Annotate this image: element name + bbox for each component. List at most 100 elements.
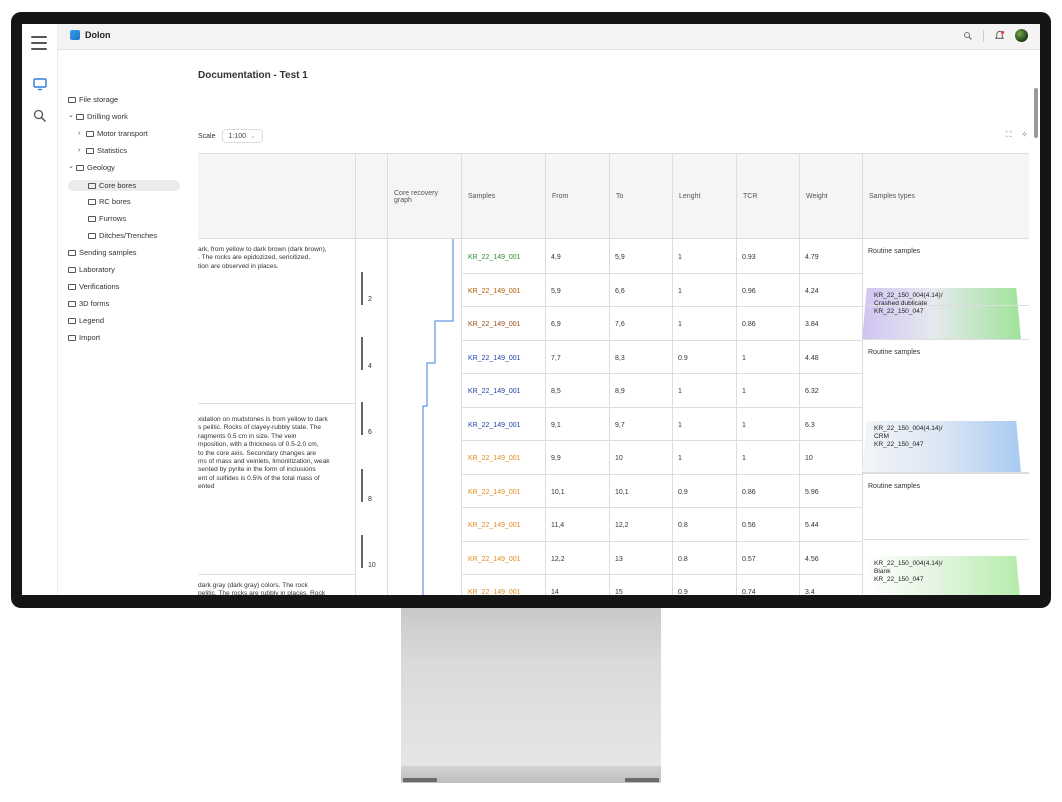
left-rail xyxy=(22,24,58,595)
cell-to: 6,6 xyxy=(615,287,625,295)
tree-item[interactable]: Verifications xyxy=(68,282,119,291)
folder-icon xyxy=(68,317,76,324)
folder-icon xyxy=(88,198,96,205)
row-divider xyxy=(461,406,862,408)
header-to: To xyxy=(609,154,672,239)
cell-from: 7,7 xyxy=(551,354,561,362)
tree-item-label: Import xyxy=(79,333,101,342)
sample-id[interactable]: KR_22_149_001 xyxy=(468,422,521,429)
cell-tcr: 1 xyxy=(742,455,746,462)
tree-item[interactable]: ⌄ Geology xyxy=(68,162,115,173)
cell-len: 1 xyxy=(678,287,682,295)
folder-icon xyxy=(68,96,76,103)
lithology-description: xidation on mudstones is from yellow to … xyxy=(198,416,330,491)
scale-row: Scale 1:100 ⌄ xyxy=(198,129,263,143)
tree-item[interactable]: Ditches/Trenches xyxy=(88,231,157,240)
sample-id[interactable]: KR_22_149_001 xyxy=(468,355,521,362)
cell-from: 9,9 xyxy=(551,455,561,462)
cell-tcr: 0.86 xyxy=(742,321,756,328)
tree-item-label: 3D forms xyxy=(79,299,110,308)
fullscreen-icon[interactable]: ⛶ xyxy=(1006,130,1012,140)
cell-to: 12,2 xyxy=(615,522,629,529)
tree-item-label: Sending samples xyxy=(79,248,137,257)
tree-item-label: Ditches/Trenches xyxy=(99,231,158,240)
sample-id[interactable]: KR_22_149_001 xyxy=(468,522,521,529)
tree-item[interactable]: Import xyxy=(68,333,100,342)
sample-id[interactable]: KR_22_149_001 xyxy=(468,489,521,496)
search-icon[interactable] xyxy=(963,31,973,41)
tree-item[interactable]: Legend xyxy=(68,316,104,325)
tree-item[interactable]: File storage xyxy=(68,95,118,104)
main-panel: Documentation - Test 1 Scale 1:100 ⌄ ⛶ ✧ … xyxy=(190,50,1040,595)
tree-item[interactable]: 3D forms xyxy=(68,299,109,308)
tree-item[interactable]: › Statistics xyxy=(78,146,127,155)
cell-tcr: 0.74 xyxy=(742,589,756,595)
search-icon[interactable] xyxy=(32,108,48,124)
tree-item[interactable]: Core bores xyxy=(68,180,180,191)
cell-tcr: 1 xyxy=(742,354,746,362)
folder-icon xyxy=(68,283,76,290)
tree-item-label: Legend xyxy=(79,316,105,325)
tree-item-label: Laboratory xyxy=(79,265,115,274)
sample-id[interactable]: KR_22_149_001 xyxy=(468,455,521,462)
depth-tick xyxy=(361,337,363,370)
cell-to: 8,3 xyxy=(615,354,625,362)
scrollbar[interactable] xyxy=(1034,88,1038,138)
sample-type-badge[interactable]: KR_22_150_004(4.14)/ Crashed dublicate K… xyxy=(862,288,1021,340)
cell-to: 13 xyxy=(615,555,623,563)
folder-icon xyxy=(76,113,84,120)
sample-type-badge[interactable]: KR_22_150_004(4.14)/ CRM KR_22_150_047 xyxy=(862,421,1021,473)
sample-id[interactable]: KR_22_149_001 xyxy=(468,388,521,395)
cell-weight: 6.3 xyxy=(805,421,815,429)
cell-len: 1 xyxy=(678,321,682,328)
depth-label: 8 xyxy=(368,495,372,503)
column-divider xyxy=(799,239,800,595)
cell-tcr: 1 xyxy=(742,388,746,395)
header-tcr: TCR xyxy=(736,154,799,239)
sample-type-label: Routine samples xyxy=(868,483,921,490)
sample-id[interactable]: KR_22_149_001 xyxy=(468,321,521,328)
menu-icon[interactable] xyxy=(31,36,47,54)
chevron-down-icon[interactable]: ⌄ xyxy=(68,111,74,119)
depth-label: 4 xyxy=(368,362,372,370)
core-recovery-line xyxy=(422,239,454,595)
monitor-icon[interactable] xyxy=(32,76,48,92)
brand[interactable]: Dolon xyxy=(70,30,111,40)
notification-bell-icon[interactable] xyxy=(994,30,1005,41)
tree-item[interactable]: › Motor transport xyxy=(78,129,148,138)
pin-icon[interactable]: ✧ xyxy=(1021,130,1028,140)
sample-id[interactable]: KR_22_149_001 xyxy=(468,556,521,563)
cell-from: 10,1 xyxy=(551,488,565,496)
top-bar: Dolon xyxy=(58,24,1040,50)
cell-from: 11,4 xyxy=(551,522,565,529)
row-divider xyxy=(461,373,862,374)
tree-item[interactable]: ⌄ Drilling work xyxy=(68,111,128,122)
row-divider xyxy=(461,473,862,475)
cell-len: 0.9 xyxy=(678,589,688,595)
sample-id[interactable]: KR_22_149_001 xyxy=(468,589,521,595)
type-divider xyxy=(862,473,1029,474)
lithology-description: ark, from yellow to dark brown (dark bro… xyxy=(198,246,327,270)
brand-name: Dolon xyxy=(85,30,111,40)
tree-item[interactable]: RC bores xyxy=(88,197,131,206)
cell-to: 8,9 xyxy=(615,388,625,395)
avatar[interactable] xyxy=(1015,29,1028,42)
sample-id[interactable]: KR_22_149_001 xyxy=(468,288,521,295)
tree-item[interactable]: Laboratory xyxy=(68,265,115,274)
page-title: Documentation - Test 1 xyxy=(198,70,308,81)
column-divider xyxy=(672,239,673,595)
cell-weight: 4.56 xyxy=(805,555,819,563)
type-divider xyxy=(862,339,1029,340)
scale-select[interactable]: 1:100 ⌄ xyxy=(221,129,263,143)
chevron-right-icon[interactable]: › xyxy=(78,130,84,137)
sample-id[interactable]: KR_22_149_001 xyxy=(468,254,521,261)
tree-item[interactable]: Furrows xyxy=(88,214,126,223)
header-core-recovery: Core recovery graph xyxy=(387,154,461,239)
folder-icon xyxy=(68,249,76,256)
chevron-right-icon[interactable]: › xyxy=(78,147,84,154)
tree-item[interactable]: Sending samples xyxy=(68,248,137,257)
core-recovery-graph xyxy=(422,239,454,595)
cell-to: 10,1 xyxy=(615,488,629,496)
sample-type-badge[interactable]: KR_22_150_004(4.14)/ Blank KR_22_150_047 xyxy=(862,556,1021,595)
chevron-down-icon[interactable]: ⌄ xyxy=(68,162,74,170)
